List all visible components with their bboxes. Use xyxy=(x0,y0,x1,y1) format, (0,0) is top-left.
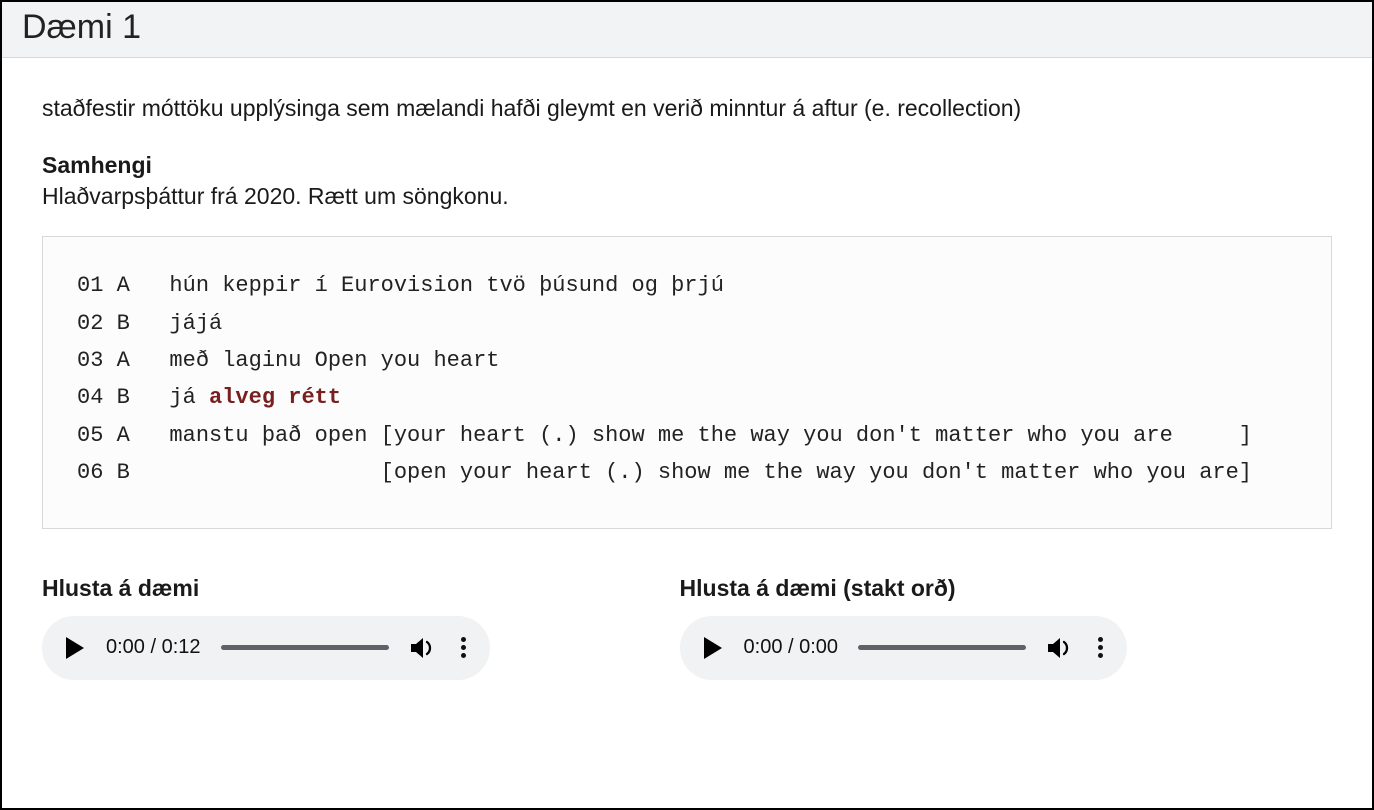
highlight-phrase: alveg rétt xyxy=(209,385,341,410)
progress-track-word[interactable] xyxy=(858,645,1026,650)
audio-block-word: Hlusta á dæmi (stakt orð) 0:00 / 0:00 xyxy=(680,575,1128,680)
audio-label-full: Hlusta á dæmi xyxy=(42,575,490,602)
audio-time-word: 0:00 / 0:00 xyxy=(744,636,839,659)
transcript-line: 04 B já alveg rétt xyxy=(77,379,1307,416)
context-text: Hlaðvarpsþáttur frá 2020. Rætt um söngko… xyxy=(42,183,1332,210)
progress-track-full[interactable] xyxy=(221,645,389,650)
example-title: Dæmi 1 xyxy=(22,8,1352,47)
audio-row: Hlusta á dæmi 0:00 / 0:12 Hlusta á dæmi … xyxy=(42,575,1332,680)
play-icon[interactable] xyxy=(66,637,84,659)
description-text: staðfestir móttöku upplýsinga sem mæland… xyxy=(42,92,1332,124)
transcript-line: 06 B [open your heart (.) show me the wa… xyxy=(77,454,1307,491)
audio-player-full: 0:00 / 0:12 xyxy=(42,616,490,680)
transcript-line: 02 B jájá xyxy=(77,305,1307,342)
audio-time-full: 0:00 / 0:12 xyxy=(106,636,201,659)
example-content: staðfestir móttöku upplýsinga sem mæland… xyxy=(2,58,1372,710)
transcript-box: 01 A hún keppir í Eurovision tvö þúsund … xyxy=(42,236,1332,528)
volume-icon[interactable] xyxy=(409,636,437,660)
example-panel: Dæmi 1 staðfestir móttöku upplýsinga sem… xyxy=(0,0,1374,810)
transcript-line: 03 A með laginu Open you heart xyxy=(77,342,1307,379)
kebab-menu-icon[interactable] xyxy=(1094,637,1107,658)
transcript-line: 01 A hún keppir í Eurovision tvö þúsund … xyxy=(77,267,1307,304)
audio-player-word: 0:00 / 0:00 xyxy=(680,616,1128,680)
audio-block-full: Hlusta á dæmi 0:00 / 0:12 xyxy=(42,575,490,680)
audio-label-word: Hlusta á dæmi (stakt orð) xyxy=(680,575,1128,602)
example-header: Dæmi 1 xyxy=(2,2,1372,58)
volume-icon[interactable] xyxy=(1046,636,1074,660)
context-label: Samhengi xyxy=(42,152,1332,179)
kebab-menu-icon[interactable] xyxy=(457,637,470,658)
transcript-line: 05 A manstu það open [your heart (.) sho… xyxy=(77,417,1307,454)
play-icon[interactable] xyxy=(704,637,722,659)
